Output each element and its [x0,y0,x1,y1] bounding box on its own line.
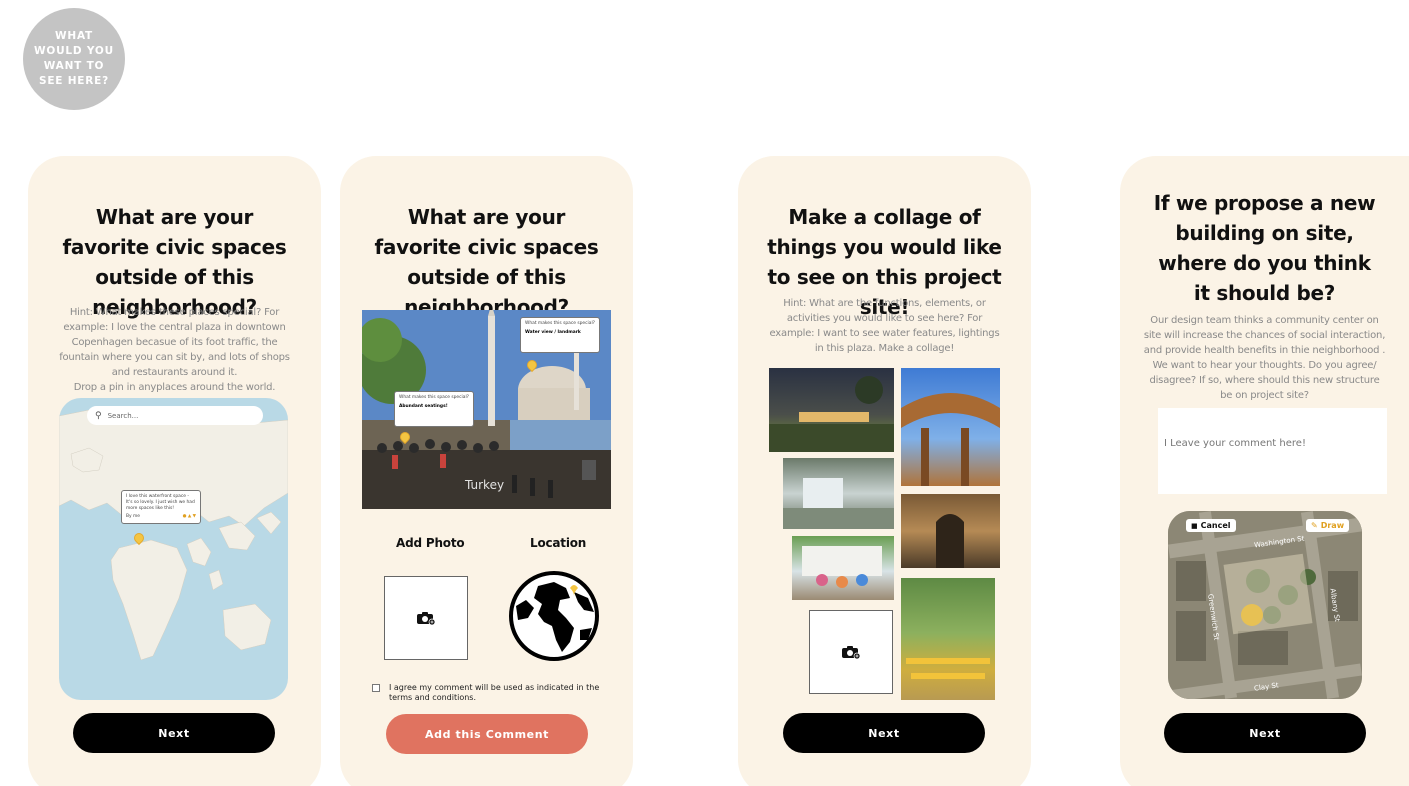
cancel-button[interactable]: ■ Cancel [1186,519,1236,532]
fountain-photo-illustration [783,478,894,529]
collage-photo-lit-plaza[interactable] [769,368,894,452]
location-label: Location [530,536,587,550]
card-new-building: If we propose a new building on site, wh… [1120,156,1409,786]
next-button[interactable]: Next [783,713,985,753]
place-photo: What makes this space special? Water vie… [362,310,611,509]
terms-agreement: I agree my comment will be used as indic… [372,683,612,703]
card-hint: Hint: What are the functions, elements, … [769,298,1000,354]
add-photo-button[interactable] [384,576,468,660]
site-aerial-map[interactable]: ■ Cancel ✎ Draw Washington St Albany St … [1168,511,1362,699]
comment-input[interactable]: I Leave your comment here! [1158,408,1387,494]
collage-photo-yellow-seating[interactable] [901,578,995,700]
trash-icon: ■ [1191,521,1198,530]
collage-photo-kids-mural[interactable] [792,536,894,600]
card-title: If we propose a new building on site, wh… [1153,191,1376,305]
next-button[interactable]: Next [1164,713,1366,753]
world-map[interactable]: ⚲ Search... I love this waterfront space… [59,398,288,700]
add-comment-button[interactable]: Add this Comment [386,714,588,754]
photo-comment-bubble[interactable]: What makes this space special? Abundant … [394,391,474,427]
pencil-icon: ✎ [1311,521,1318,530]
draw-button[interactable]: ✎ Draw [1306,519,1350,532]
intro-badge: WHAT WOULD YOU WANT TO SEE HERE? [23,8,125,110]
world-map-land [59,409,288,661]
globe-icon [509,571,599,661]
card-favorite-spaces-comment: What are your favorite civic spaces outs… [340,156,633,786]
add-photo-button[interactable] [809,610,893,694]
collage-photo-alley[interactable] [901,494,1000,568]
camera-plus-icon [417,612,436,625]
map-comment-tooltip[interactable]: I love this waterfront space - It's so l… [121,490,201,524]
collage-photo-water-feature[interactable] [783,458,894,529]
add-photo-label: Add Photo [396,536,465,550]
card-favorite-spaces-map: What are your favorite civic spaces outs… [28,156,321,786]
card-hint: Our design team thinks a community cente… [1143,315,1386,401]
reaction-icons[interactable]: ● ▲ ▼ [183,514,196,520]
canopy-photo-illustration [901,393,1000,486]
search-icon: ⚲ [95,410,102,421]
card-title: What are your favorite civic spaces outs… [62,205,287,319]
photo-caption: Turkey [465,478,505,492]
card-title: What are your favorite civic spaces outs… [374,205,599,319]
plaza-photo-illustration [769,376,894,452]
location-globe-button[interactable] [508,570,600,662]
next-button[interactable]: Next [73,713,275,753]
terms-checkbox[interactable] [372,684,380,692]
camera-plus-icon [842,646,861,659]
kids-photo-illustration [802,546,882,588]
photo-comment-bubble[interactable]: What makes this space special? Water vie… [520,317,600,353]
map-search-input[interactable]: ⚲ Search... [87,406,263,425]
alley-photo-illustration [936,514,964,568]
seating-photo-illustration [906,658,990,679]
card-hint: Hint: What makes these places special? F… [59,307,290,393]
card-collage: Make a collage of things you would like … [738,156,1031,786]
collage-photo-canopy[interactable] [901,368,1000,486]
